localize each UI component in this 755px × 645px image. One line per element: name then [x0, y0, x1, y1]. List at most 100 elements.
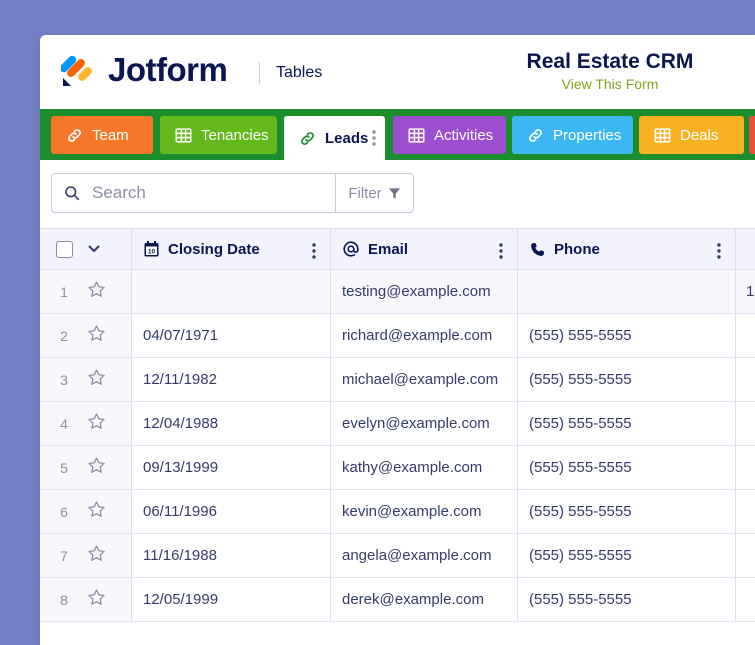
- tab-label: Leads: [325, 129, 369, 147]
- phone-cell[interactable]: (555) 555-5555: [518, 578, 736, 621]
- closing-date-cell[interactable]: 11/16/1988: [132, 534, 331, 577]
- grid-icon: [407, 126, 425, 144]
- row-number: 8: [60, 591, 68, 608]
- closing-date-cell[interactable]: 09/13/1999: [132, 446, 331, 489]
- phone-cell[interactable]: (555) 555-5555: [518, 402, 736, 445]
- form-title: Real Estate CRM: [526, 50, 694, 73]
- phone-cell[interactable]: (555) 555-5555: [518, 314, 736, 357]
- closing-date-cell[interactable]: 12/04/1988: [132, 402, 331, 445]
- svg-text:10: 10: [148, 249, 156, 256]
- row-header-cell: 3: [40, 358, 132, 401]
- table-row[interactable]: 7 11/16/1988 angela@example.com (555) 555-5…: [40, 534, 755, 578]
- phone-cell[interactable]: [518, 270, 736, 313]
- email-cell[interactable]: derek@example.com: [331, 578, 518, 621]
- chevron-down-icon[interactable]: [88, 245, 100, 253]
- star-icon[interactable]: [87, 368, 106, 392]
- closing-date-cell[interactable]: [132, 270, 331, 313]
- star-icon[interactable]: [87, 280, 106, 304]
- app-window: Jotform Tables Real Estate CRM View This…: [40, 35, 755, 645]
- table-row[interactable]: 2 04/07/1971 richard@example.com (555) 555-…: [40, 314, 755, 358]
- star-icon[interactable]: [87, 588, 106, 612]
- tab-leads[interactable]: Leads: [284, 116, 385, 160]
- phone-cell[interactable]: (555) 555-5555: [518, 490, 736, 533]
- phone-icon: [530, 242, 545, 257]
- tab-activities[interactable]: Activities: [393, 116, 506, 154]
- row-number: 4: [60, 415, 68, 432]
- next-column-cell[interactable]: [736, 314, 755, 357]
- column-menu-icon[interactable]: [312, 243, 316, 259]
- tab-deals[interactable]: Deals: [639, 116, 744, 154]
- grid-icon: [653, 126, 671, 144]
- next-column-cell[interactable]: [736, 490, 755, 533]
- search-icon: [64, 185, 80, 201]
- table-header-row: 10 Closing Date Email Phone: [40, 228, 755, 270]
- column-label: Closing Date: [168, 240, 260, 258]
- star-icon[interactable]: [87, 544, 106, 568]
- select-all-checkbox[interactable]: [56, 240, 73, 258]
- column-header-email[interactable]: Email: [331, 229, 518, 269]
- search-toolbar: Filter: [40, 160, 755, 228]
- tab-label: Tenancies: [201, 126, 269, 144]
- email-cell[interactable]: richard@example.com: [331, 314, 518, 357]
- column-menu-icon[interactable]: [499, 243, 503, 259]
- tab-team[interactable]: Team: [51, 116, 153, 154]
- tab-options-icon[interactable]: [372, 130, 376, 146]
- closing-date-cell[interactable]: 04/07/1971: [132, 314, 331, 357]
- row-header-cell: 1: [40, 270, 132, 313]
- tab-label: Activities: [434, 126, 494, 144]
- email-cell[interactable]: angela@example.com: [331, 534, 518, 577]
- star-icon[interactable]: [87, 412, 106, 436]
- row-header-cell: 7: [40, 534, 132, 577]
- table-row[interactable]: 1 testing@example.com 1: [40, 270, 755, 314]
- column-header-closing-date[interactable]: 10 Closing Date: [132, 229, 331, 269]
- filter-icon: [388, 187, 400, 199]
- star-icon[interactable]: [87, 324, 106, 348]
- column-header-next[interactable]: [736, 229, 755, 269]
- next-column-cell[interactable]: [736, 446, 755, 489]
- link-icon: [298, 129, 316, 147]
- next-column-cell[interactable]: [736, 358, 755, 401]
- column-label: Email: [368, 240, 409, 258]
- tab-overflow[interactable]: [749, 116, 755, 154]
- phone-cell[interactable]: (555) 555-5555: [518, 534, 736, 577]
- email-cell[interactable]: testing@example.com: [331, 270, 518, 313]
- phone-cell[interactable]: (555) 555-5555: [518, 358, 736, 401]
- next-column-cell[interactable]: [736, 578, 755, 621]
- table-row[interactable]: 8 12/05/1999 derek@example.com (555) 555-55…: [40, 578, 755, 622]
- phone-cell[interactable]: (555) 555-5555: [518, 446, 736, 489]
- view-form-link[interactable]: View This Form: [491, 76, 729, 92]
- email-cell[interactable]: michael@example.com: [331, 358, 518, 401]
- row-number: 7: [60, 547, 68, 564]
- search-box: [51, 173, 336, 213]
- table-row[interactable]: 4 12/04/1988 evelyn@example.com (555) 555-5…: [40, 402, 755, 446]
- jotform-logo-icon[interactable]: [61, 52, 93, 88]
- next-column-cell[interactable]: [736, 534, 755, 577]
- filter-button[interactable]: Filter: [336, 173, 414, 213]
- row-number: 5: [60, 459, 68, 476]
- tab-properties[interactable]: Properties: [512, 116, 633, 154]
- column-header-phone[interactable]: Phone: [518, 229, 736, 269]
- link-icon: [65, 126, 83, 144]
- next-column-cell[interactable]: 1: [736, 270, 755, 313]
- table-row[interactable]: 3 12/11/1982 michael@example.com (555) 555-…: [40, 358, 755, 402]
- star-icon[interactable]: [87, 500, 106, 524]
- column-menu-icon[interactable]: [717, 243, 721, 259]
- closing-date-cell[interactable]: 12/11/1982: [132, 358, 331, 401]
- tab-label: Properties: [553, 126, 622, 144]
- tab-tenancies[interactable]: Tenancies: [160, 116, 277, 154]
- row-header-cell: 2: [40, 314, 132, 357]
- row-header-cell: 5: [40, 446, 132, 489]
- closing-date-cell[interactable]: 12/05/1999: [132, 578, 331, 621]
- closing-date-cell[interactable]: 06/11/1996: [132, 490, 331, 533]
- table-row[interactable]: 6 06/11/1996 kevin@example.com (555) 555-55…: [40, 490, 755, 534]
- star-icon[interactable]: [87, 456, 106, 480]
- search-input[interactable]: [90, 182, 314, 204]
- email-cell[interactable]: kevin@example.com: [331, 490, 518, 533]
- email-cell[interactable]: kathy@example.com: [331, 446, 518, 489]
- row-number: 2: [60, 327, 68, 344]
- row-header-cell: 8: [40, 578, 132, 621]
- table-row[interactable]: 5 09/13/1999 kathy@example.com (555) 555-55…: [40, 446, 755, 490]
- next-column-cell[interactable]: [736, 402, 755, 445]
- email-cell[interactable]: evelyn@example.com: [331, 402, 518, 445]
- row-number: 1: [60, 283, 68, 300]
